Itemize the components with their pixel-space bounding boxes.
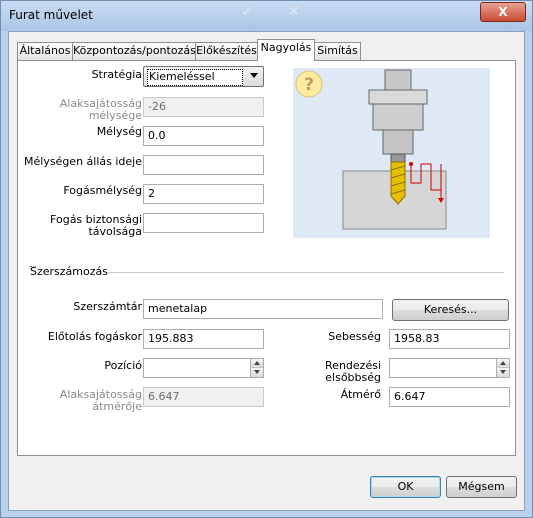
priority-label: Rendezési elsőbbség [325,359,381,384]
dwell-field[interactable] [143,155,264,175]
feed-label: Előtolás fogáskor [47,330,142,343]
dialog-client: Általános Központozás/pontozás Előkészít… [8,31,525,511]
safety-label: Fogás biztonsági távolsága [50,213,142,238]
sub-depth-label: Alaksajátosság mélysége [59,97,142,122]
strategy-dropdown[interactable]: Kiemeléssel [143,66,264,87]
speed-label: Sebesség [328,330,381,343]
title-bar[interactable]: Furat művelet ✓ ✕ X [1,1,532,31]
library-label: Szerszámtár [73,300,142,313]
depth-field[interactable]: 0.0 [143,126,264,146]
strategy-label: Stratégia [91,68,142,81]
tab-simitas[interactable]: Simítás [314,42,361,60]
position-label: Pozíció [104,359,142,372]
tab-panel-nagyolas: Stratégia Kiemeléssel Alaksajátosság mél… [17,60,516,456]
tab-altalanos[interactable]: Általános [17,42,73,60]
tab-nagyolas[interactable]: Nagyolás [257,39,315,61]
spin-up-icon[interactable] [496,359,509,368]
diameter-field[interactable]: 6.647 [389,387,510,407]
speed-field[interactable]: 1958.83 [389,329,510,349]
feed-field[interactable]: 195.883 [143,329,264,349]
strategy-value: Kiemeléssel [147,69,243,86]
section-divider [30,266,36,267]
sub-depth-field: -26 [143,97,264,117]
close-button[interactable]: X [480,2,526,22]
roughing-illustration: ? [293,68,490,238]
tooling-section-label: Szerszámozás [30,265,108,278]
dwell-label: Mélységen állás ideje [24,155,142,168]
search-button[interactable]: Keresés... [392,299,509,321]
ok-button[interactable]: OK [370,476,441,498]
diameter-label: Átmérő [340,388,381,401]
feature-diameter-label: Alaksajátosság átmérője [59,388,142,413]
step-field[interactable]: 2 [143,184,264,204]
spinner-buttons [250,359,263,377]
svg-text:?: ? [304,75,314,95]
section-divider [108,272,504,273]
tab-kozpontozas[interactable]: Központozás/pontozás [72,42,196,60]
spin-down-icon[interactable] [250,368,263,377]
window-title: Furat művelet [9,8,93,22]
library-field[interactable]: menetalap [143,299,383,319]
depth-label: Mélység [96,125,142,138]
tab-elokeszites[interactable]: Előkészítés [195,42,258,60]
background-glyph: ✓ [241,4,253,20]
background-glyph: ✕ [288,4,300,20]
position-stepper[interactable] [143,358,264,378]
spin-up-icon[interactable] [250,359,263,368]
chevron-down-icon [250,73,258,78]
step-label: Fogásmélység [63,184,142,197]
priority-stepper[interactable] [389,358,510,378]
dialog-window: Furat művelet ✓ ✕ X Általános Központozá… [0,0,533,518]
safety-field[interactable] [143,213,264,233]
spin-down-icon[interactable] [496,368,509,377]
feature-diameter-field: 6.647 [143,387,264,407]
spinner-buttons [496,359,509,377]
cancel-button[interactable]: Mégsem [446,476,517,498]
help-icon: ? [295,70,323,98]
